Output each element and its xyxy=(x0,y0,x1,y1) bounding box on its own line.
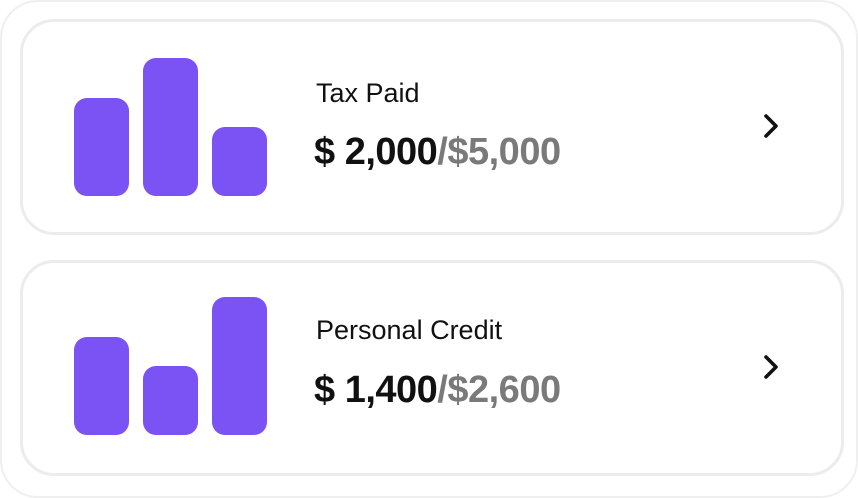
card-amount: $ 2,000/$5,000 xyxy=(314,131,561,174)
bar-1 xyxy=(74,98,129,196)
amount-total: /$5,000 xyxy=(437,131,561,173)
card-title: Tax Paid xyxy=(316,78,420,108)
amount-paid: $ 1,400 xyxy=(314,369,438,411)
card-amount: $ 1,400/$2,600 xyxy=(314,369,561,412)
bar-3 xyxy=(212,297,267,435)
card-title: Personal Credit xyxy=(316,315,503,345)
bar-3 xyxy=(212,127,267,196)
bar-chart-icon xyxy=(74,295,267,435)
chevron-right-icon[interactable] xyxy=(759,351,783,383)
summary-panel: Tax Paid $ 2,000/$5,000 Personal Credit … xyxy=(0,0,858,498)
amount-total: /$2,600 xyxy=(437,369,561,411)
bar-2 xyxy=(143,366,198,435)
chevron-right-icon[interactable] xyxy=(759,110,783,142)
personal-credit-card[interactable]: Personal Credit $ 1,400/$2,600 xyxy=(20,260,844,476)
bar-chart-icon xyxy=(74,56,267,196)
tax-paid-card[interactable]: Tax Paid $ 2,000/$5,000 xyxy=(20,19,844,235)
bar-1 xyxy=(74,337,129,435)
bar-2 xyxy=(143,58,198,196)
amount-paid: $ 2,000 xyxy=(314,131,438,173)
